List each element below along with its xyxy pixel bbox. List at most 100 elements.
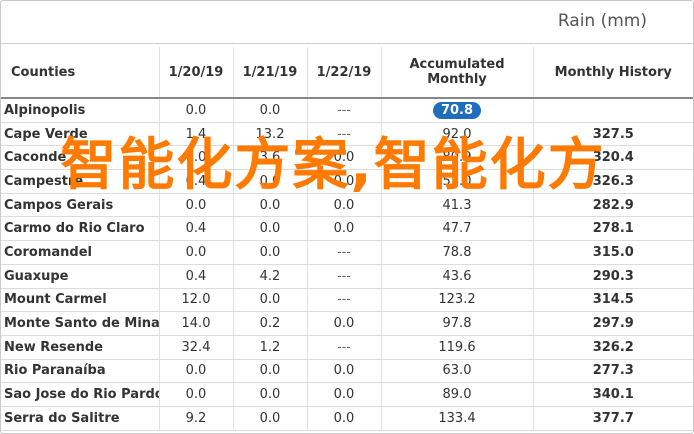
column-header-history[interactable]: Monthly History <box>533 47 693 99</box>
date-3-cell: 0.0 <box>307 169 382 194</box>
history-cell: 315.0 <box>533 240 693 265</box>
date-3-cell: --- <box>307 122 382 147</box>
date-2-cell: 1.2 <box>233 335 308 360</box>
date-3-cell: --- <box>307 98 382 123</box>
table-row: Campos Gerais 0.0 0.0 0.0 41.3 282.9 <box>1 193 693 218</box>
county-cell: Coromandel <box>1 240 160 265</box>
county-cell: Cape Verde <box>1 122 160 147</box>
date-2-cell: 13.2 <box>233 122 308 147</box>
column-header-counties[interactable]: Counties <box>1 47 160 99</box>
date-3-cell: --- <box>307 335 382 360</box>
county-cell: Alpinopolis <box>1 98 160 123</box>
history-cell: 326.3 <box>533 169 693 194</box>
date-2-cell: 0.0 <box>233 216 308 242</box>
date-2-cell: 0.0 <box>233 288 308 313</box>
date-1-cell: 14.0 <box>159 311 234 336</box>
history-cell: 277.3 <box>533 359 693 384</box>
accumulated-cell: 78.8 <box>381 240 534 265</box>
date-3-cell: --- <box>307 288 382 313</box>
date-1-cell: 0.0 <box>159 359 234 384</box>
history-cell: 314.5 <box>533 288 693 313</box>
date-3-cell: 0.0 <box>307 311 382 336</box>
county-cell: Serra do Salitre <box>1 406 160 431</box>
table-row: New Resende 32.4 1.2 --- 119.6 326.2 <box>1 335 693 360</box>
highlight-badge: 70.8 <box>432 101 482 119</box>
accumulated-cell: 41.3 <box>381 193 534 218</box>
accumulated-cell: 43.6 <box>381 264 534 289</box>
date-2-cell: 0.0 <box>233 406 308 431</box>
date-1-cell: 9.2 <box>159 406 234 431</box>
history-cell: 297.9 <box>533 311 693 336</box>
history-cell <box>533 98 693 123</box>
county-cell: Guaxupe <box>1 264 160 289</box>
county-cell: Monte Santo de Minas <box>1 311 160 336</box>
date-3-cell: --- <box>307 264 382 289</box>
accumulated-cell: 47.7 <box>381 216 534 242</box>
table-row: Campestre 0.4 0.0 0.0 52.0 326.3 <box>1 169 693 194</box>
history-cell: 320.4 <box>533 145 693 171</box>
column-header-date-1[interactable]: 1/20/19 <box>159 47 234 99</box>
history-cell: 340.1 <box>533 382 693 407</box>
county-cell: Mount Carmel <box>1 288 160 313</box>
date-1-cell: 12.0 <box>159 288 234 313</box>
accumulated-cell: 133.4 <box>381 406 534 431</box>
column-header-accumulated[interactable]: Accumulated Monthly <box>381 47 534 99</box>
date-2-cell: 4.2 <box>233 264 308 289</box>
date-3-cell: --- <box>307 240 382 265</box>
county-cell: Campestre <box>1 169 160 194</box>
county-cell: Sao Jose do Rio Pardo <box>1 382 160 407</box>
accumulated-cell: 89.0 <box>381 382 534 407</box>
date-3-cell: 0.0 <box>307 145 382 171</box>
history-cell: 326.2 <box>533 335 693 360</box>
date-2-cell: 0.0 <box>233 98 308 123</box>
date-1-cell: 0.0 <box>159 145 234 171</box>
date-2-cell: 0.2 <box>233 311 308 336</box>
table-row: Sao Jose do Rio Pardo 0.0 0.0 0.0 89.0 340.1 <box>1 382 693 407</box>
unit-title: Rain (mm) <box>557 11 647 31</box>
divider <box>1 43 693 44</box>
column-header-date-2[interactable]: 1/21/19 <box>233 47 308 99</box>
date-1-cell: 0.4 <box>159 169 234 194</box>
date-3-cell: 0.0 <box>307 382 382 407</box>
history-cell: 278.1 <box>533 216 693 242</box>
county-cell: Campos Gerais <box>1 193 160 218</box>
accumulated-cell: 92.0 <box>381 122 534 147</box>
table-row: Alpinopolis 0.0 0.0 --- 70.8 <box>1 98 693 123</box>
table-header-row: Counties 1/20/19 1/21/19 1/22/19 Accumul… <box>1 47 693 99</box>
table-row: Cape Verde 1.4 13.2 --- 92.0 327.5 <box>1 122 693 147</box>
accumulated-cell: 52.0 <box>381 169 534 194</box>
history-cell: 282.9 <box>533 193 693 218</box>
rain-table-panel: Rain (mm) Counties 1/20/19 1/21/19 1/22/… <box>0 0 694 434</box>
accumulated-cell: 70.8 <box>381 98 534 123</box>
date-2-cell: 0.0 <box>233 382 308 407</box>
accumulated-cell: 119.6 <box>381 335 534 360</box>
history-cell: 290.3 <box>533 264 693 289</box>
table-row: Caconde 0.0 3.6 0.0 80.9 320.4 <box>1 145 693 171</box>
table-row: Rio Paranaíba 0.0 0.0 0.0 63.0 277.3 <box>1 359 693 384</box>
date-1-cell: 0.0 <box>159 193 234 218</box>
accumulated-cell: 123.2 <box>381 288 534 313</box>
date-1-cell: 0.4 <box>159 264 234 289</box>
rain-table: Counties 1/20/19 1/21/19 1/22/19 Accumul… <box>1 47 693 431</box>
date-1-cell: 32.4 <box>159 335 234 360</box>
date-1-cell: 1.4 <box>159 122 234 147</box>
accumulated-cell: 63.0 <box>381 359 534 384</box>
date-1-cell: 0.4 <box>159 216 234 242</box>
date-2-cell: 3.6 <box>233 145 308 171</box>
column-header-date-3[interactable]: 1/22/19 <box>307 47 382 99</box>
table-row: Guaxupe 0.4 4.2 --- 43.6 290.3 <box>1 264 693 289</box>
county-cell: Caconde <box>1 145 160 171</box>
date-3-cell: 0.0 <box>307 193 382 218</box>
date-2-cell: 0.0 <box>233 169 308 194</box>
county-cell: Rio Paranaíba <box>1 359 160 384</box>
history-cell: 377.7 <box>533 406 693 431</box>
table-row: Serra do Salitre 9.2 0.0 0.0 133.4 377.7 <box>1 406 693 431</box>
date-1-cell: 0.0 <box>159 240 234 265</box>
accumulated-cell: 97.8 <box>381 311 534 336</box>
county-cell: New Resende <box>1 335 160 360</box>
date-3-cell: 0.0 <box>307 216 382 242</box>
table-row: Carmo do Rio Claro 0.4 0.0 0.0 47.7 278.1 <box>1 216 693 242</box>
history-cell: 327.5 <box>533 122 693 147</box>
table-row: Mount Carmel 12.0 0.0 --- 123.2 314.5 <box>1 288 693 313</box>
table-row: Coromandel 0.0 0.0 --- 78.8 315.0 <box>1 240 693 265</box>
